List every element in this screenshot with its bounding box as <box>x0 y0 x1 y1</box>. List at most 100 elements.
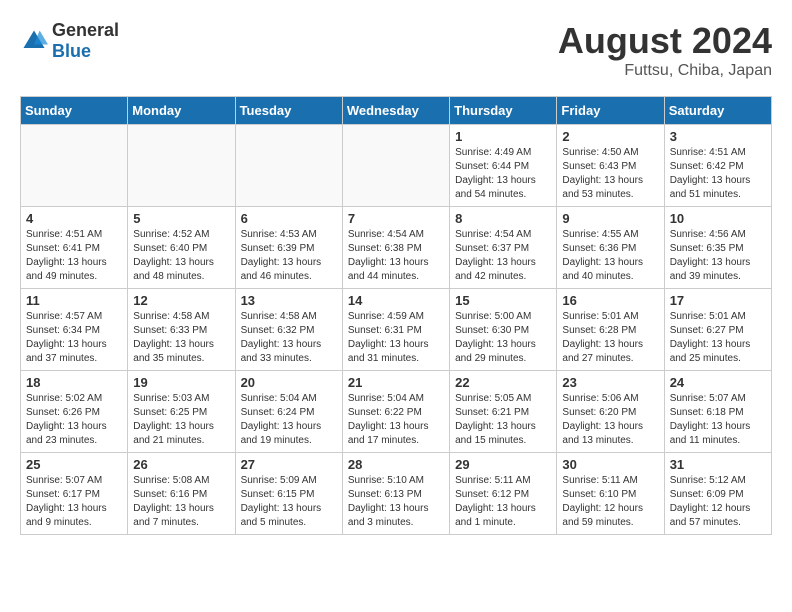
day-number: 12 <box>133 293 229 308</box>
calendar-cell: 21Sunrise: 5:04 AMSunset: 6:22 PMDayligh… <box>342 371 449 453</box>
day-info: Sunrise: 5:01 AMSunset: 6:27 PMDaylight:… <box>670 310 766 366</box>
calendar-cell: 30Sunrise: 5:11 AMSunset: 6:10 PMDayligh… <box>557 453 664 535</box>
day-number: 28 <box>348 457 444 472</box>
calendar-cell: 12 Sunrise: 4:58 AMSunset: 6:33 PMDayligh… <box>128 289 235 371</box>
calendar-cell: 16Sunrise: 5:01 AMSunset: 6:28 PMDayligh… <box>557 289 664 371</box>
day-info: Sunrise: 5:00 AMSunset: 6:30 PMDaylight:… <box>455 310 551 366</box>
day-info: Sunrise: 4:52 AMSunset: 6:40 PMDaylight:… <box>133 228 229 284</box>
calendar-table: SundayMondayTuesdayWednesdayThursdayFrid… <box>20 96 772 535</box>
day-number: 17 <box>670 293 766 308</box>
calendar-cell: 28 Sunrise: 5:10 AMSunset: 6:13 PMDayligh… <box>342 453 449 535</box>
day-info: Sunrise: 4:54 AMSunset: 6:37 PMDaylight:… <box>455 228 551 284</box>
header-tuesday: Tuesday <box>235 97 342 125</box>
calendar-cell: 14Sunrise: 4:59 AMSunset: 6:31 PMDayligh… <box>342 289 449 371</box>
header-sunday: Sunday <box>21 97 128 125</box>
day-info: Sunrise: 5:04 AMSunset: 6:22 PMDaylight:… <box>348 392 444 448</box>
header-monday: Monday <box>128 97 235 125</box>
calendar-cell: 10Sunrise: 4:56 AMSunset: 6:35 PMDayligh… <box>664 207 771 289</box>
day-info: Sunrise: 5:05 AMSunset: 6:21 PMDaylight:… <box>455 392 551 448</box>
calendar-cell: 17 Sunrise: 5:01 AMSunset: 6:27 PMDayligh… <box>664 289 771 371</box>
day-info: Sunrise: 4:55 AMSunset: 6:36 PMDaylight:… <box>562 228 658 284</box>
calendar-cell <box>342 125 449 207</box>
day-number: 8 <box>455 211 551 226</box>
calendar-cell: 9Sunrise: 4:55 AMSunset: 6:36 PMDaylight… <box>557 207 664 289</box>
day-number: 19 <box>133 375 229 390</box>
day-info: Sunrise: 4:58 AMSunset: 6:32 PMDaylight:… <box>241 310 337 366</box>
day-number: 7 <box>348 211 444 226</box>
day-info: Sunrise: 4:50 AMSunset: 6:43 PMDaylight:… <box>562 146 658 202</box>
day-info: Sunrise: 5:12 AMSunset: 6:09 PMDaylight:… <box>670 474 766 530</box>
day-info: Sunrise: 4:54 AMSunset: 6:38 PMDaylight:… <box>348 228 444 284</box>
calendar-cell: 20Sunrise: 5:04 AMSunset: 6:24 PMDayligh… <box>235 371 342 453</box>
calendar-cell: 26 Sunrise: 5:08 AMSunset: 6:16 PMDayligh… <box>128 453 235 535</box>
week-row-1: 4Sunrise: 4:51 AMSunset: 6:41 PMDaylight… <box>21 207 772 289</box>
calendar-cell: 24 Sunrise: 5:07 AMSunset: 6:18 PMDayligh… <box>664 371 771 453</box>
day-number: 27 <box>241 457 337 472</box>
logo-general: General <box>52 20 119 40</box>
week-row-4: 25 Sunrise: 5:07 AMSunset: 6:17 PMDayligh… <box>21 453 772 535</box>
day-info: Sunrise: 5:10 AMSunset: 6:13 PMDaylight:… <box>348 474 444 530</box>
calendar-cell: 5 Sunrise: 4:52 AMSunset: 6:40 PMDaylight… <box>128 207 235 289</box>
day-info: Sunrise: 4:49 AMSunset: 6:44 PMDaylight:… <box>455 146 551 202</box>
calendar-cell: 27 Sunrise: 5:09 AMSunset: 6:15 PMDayligh… <box>235 453 342 535</box>
title-block: August 2024 Futtsu, Chiba, Japan <box>558 20 772 80</box>
calendar-cell: 3 Sunrise: 4:51 AMSunset: 6:42 PMDaylight… <box>664 125 771 207</box>
calendar-cell: 31 Sunrise: 5:12 AMSunset: 6:09 PMDayligh… <box>664 453 771 535</box>
logo-icon <box>20 27 48 55</box>
week-row-3: 18 Sunrise: 5:02 AMSunset: 6:26 PMDayligh… <box>21 371 772 453</box>
calendar-cell <box>128 125 235 207</box>
day-number: 31 <box>670 457 766 472</box>
day-number: 14 <box>348 293 444 308</box>
logo: General Blue <box>20 20 119 62</box>
day-info: Sunrise: 4:58 AMSunset: 6:33 PMDaylight:… <box>133 310 229 366</box>
calendar-subtitle: Futtsu, Chiba, Japan <box>558 62 772 80</box>
header-saturday: Saturday <box>664 97 771 125</box>
day-number: 16 <box>562 293 658 308</box>
calendar-cell: 4Sunrise: 4:51 AMSunset: 6:41 PMDaylight… <box>21 207 128 289</box>
calendar-cell: 23Sunrise: 5:06 AMSunset: 6:20 PMDayligh… <box>557 371 664 453</box>
day-number: 29 <box>455 457 551 472</box>
header-row: SundayMondayTuesdayWednesdayThursdayFrid… <box>21 97 772 125</box>
day-info: Sunrise: 5:08 AMSunset: 6:16 PMDaylight:… <box>133 474 229 530</box>
day-info: Sunrise: 4:51 AMSunset: 6:42 PMDaylight:… <box>670 146 766 202</box>
day-number: 2 <box>562 129 658 144</box>
calendar-cell: 2 Sunrise: 4:50 AMSunset: 6:43 PMDaylight… <box>557 125 664 207</box>
day-info: Sunrise: 5:07 AMSunset: 6:18 PMDaylight:… <box>670 392 766 448</box>
day-number: 13 <box>241 293 337 308</box>
calendar-cell: 11 Sunrise: 4:57 AMSunset: 6:34 PMDayligh… <box>21 289 128 371</box>
day-number: 25 <box>26 457 122 472</box>
day-number: 18 <box>26 375 122 390</box>
day-info: Sunrise: 5:07 AMSunset: 6:17 PMDaylight:… <box>26 474 122 530</box>
calendar-cell: 7 Sunrise: 4:54 AMSunset: 6:38 PMDaylight… <box>342 207 449 289</box>
day-number: 4 <box>26 211 122 226</box>
day-number: 30 <box>562 457 658 472</box>
day-info: Sunrise: 5:02 AMSunset: 6:26 PMDaylight:… <box>26 392 122 448</box>
calendar-cell: 22 Sunrise: 5:05 AMSunset: 6:21 PMDayligh… <box>450 371 557 453</box>
day-number: 26 <box>133 457 229 472</box>
calendar-cell: 13 Sunrise: 4:58 AMSunset: 6:32 PMDayligh… <box>235 289 342 371</box>
day-info: Sunrise: 4:57 AMSunset: 6:34 PMDaylight:… <box>26 310 122 366</box>
calendar-cell: 6Sunrise: 4:53 AMSunset: 6:39 PMDaylight… <box>235 207 342 289</box>
calendar-cell: 29Sunrise: 5:11 AMSunset: 6:12 PMDayligh… <box>450 453 557 535</box>
calendar-cell: 8 Sunrise: 4:54 AMSunset: 6:37 PMDaylight… <box>450 207 557 289</box>
day-info: Sunrise: 5:03 AMSunset: 6:25 PMDaylight:… <box>133 392 229 448</box>
header-wednesday: Wednesday <box>342 97 449 125</box>
day-info: Sunrise: 4:56 AMSunset: 6:35 PMDaylight:… <box>670 228 766 284</box>
day-number: 6 <box>241 211 337 226</box>
day-number: 22 <box>455 375 551 390</box>
calendar-cell: 18 Sunrise: 5:02 AMSunset: 6:26 PMDayligh… <box>21 371 128 453</box>
day-info: Sunrise: 5:09 AMSunset: 6:15 PMDaylight:… <box>241 474 337 530</box>
day-number: 24 <box>670 375 766 390</box>
week-row-0: 1 Sunrise: 4:49 AMSunset: 6:44 PMDaylight… <box>21 125 772 207</box>
day-number: 1 <box>455 129 551 144</box>
calendar-cell: 25 Sunrise: 5:07 AMSunset: 6:17 PMDayligh… <box>21 453 128 535</box>
day-number: 23 <box>562 375 658 390</box>
day-number: 3 <box>670 129 766 144</box>
header-thursday: Thursday <box>450 97 557 125</box>
week-row-2: 11 Sunrise: 4:57 AMSunset: 6:34 PMDayligh… <box>21 289 772 371</box>
day-number: 11 <box>26 293 122 308</box>
calendar-cell: 1 Sunrise: 4:49 AMSunset: 6:44 PMDaylight… <box>450 125 557 207</box>
logo-blue: Blue <box>52 41 91 61</box>
day-number: 5 <box>133 211 229 226</box>
calendar-title: August 2024 <box>558 20 772 62</box>
